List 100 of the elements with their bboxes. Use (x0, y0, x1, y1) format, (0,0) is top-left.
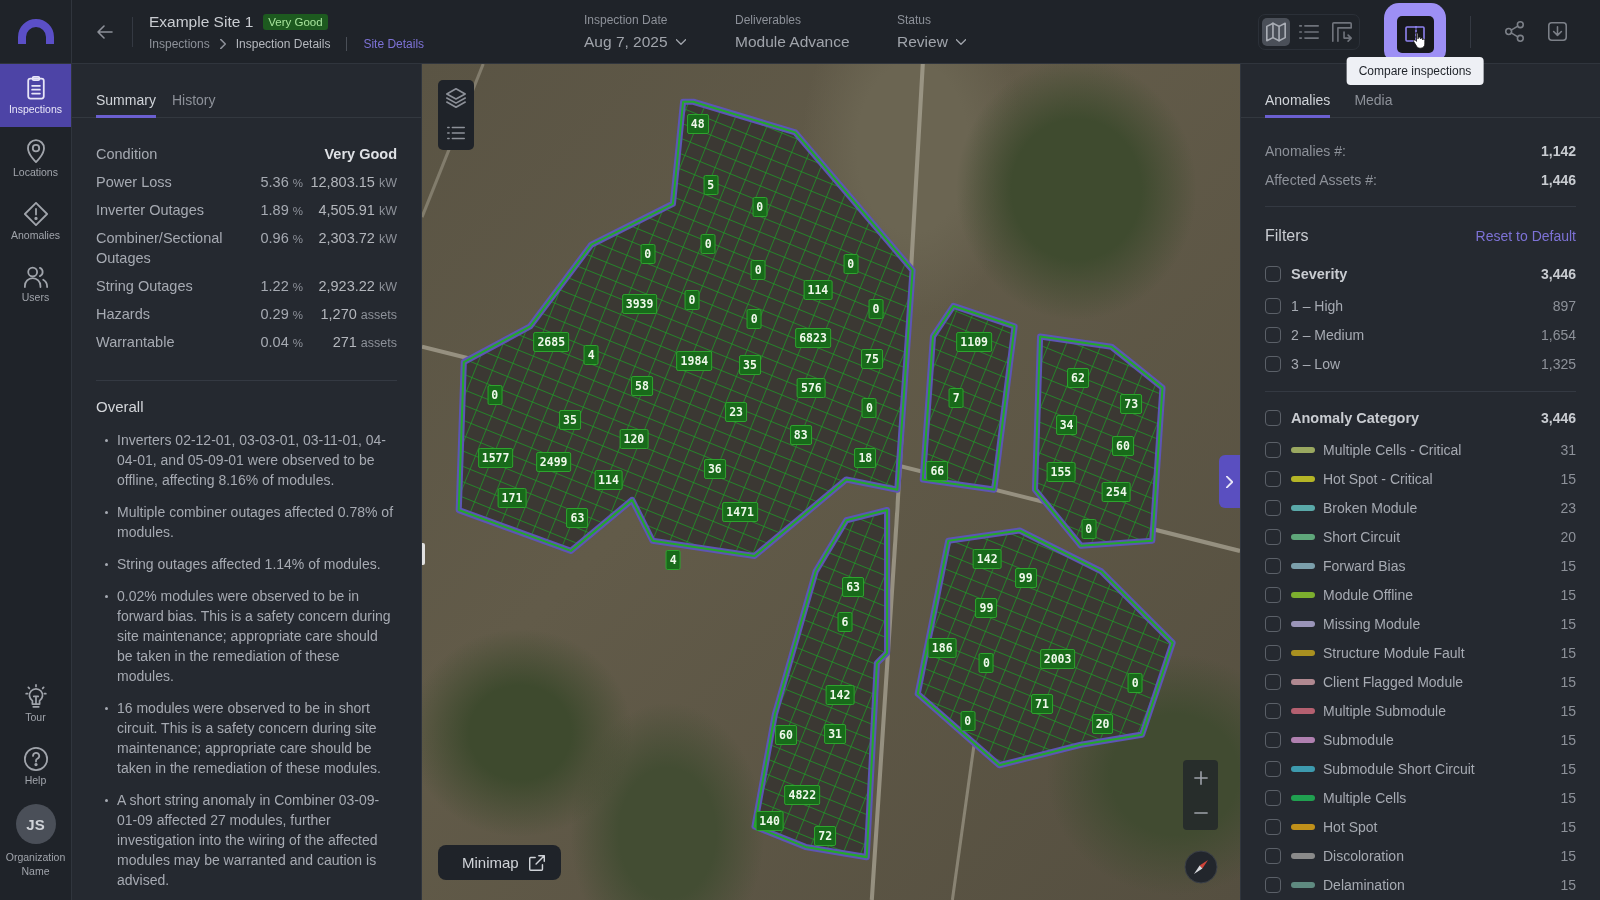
nav-item[interactable]: Locations (0, 127, 71, 190)
checkbox[interactable] (1265, 673, 1281, 690)
anomaly-count-marker[interactable]: 5 (703, 175, 719, 196)
filter-label[interactable]: Hot Spot - Critical (1323, 470, 1561, 487)
checkbox[interactable] (1265, 876, 1281, 893)
value-dropdown[interactable]: Review (897, 32, 966, 51)
anomaly-count-marker[interactable]: 73 (1120, 394, 1143, 415)
anomaly-count-marker[interactable]: 155 (1046, 461, 1076, 482)
anomaly-count-marker[interactable]: 60 (1112, 436, 1134, 457)
anomaly-count-marker[interactable]: 48 (686, 114, 709, 135)
anomaly-count-marker[interactable]: 1471 (722, 502, 759, 523)
user-avatar[interactable]: JS (15, 804, 56, 844)
anomaly-count-marker[interactable]: 35 (739, 354, 761, 375)
checkbox[interactable] (1265, 702, 1281, 719)
anomaly-count-marker[interactable]: 63 (842, 576, 864, 597)
tab[interactable]: Anomalies (1265, 92, 1331, 118)
filter-label[interactable]: Multiple Submodule (1323, 702, 1561, 719)
nav-item[interactable]: Anomalies (0, 190, 71, 253)
nav-item[interactable]: Inspections (0, 64, 71, 127)
anomaly-count-marker[interactable]: 0 (487, 385, 503, 406)
filter-label[interactable]: Multiple Cells - Critical (1323, 441, 1561, 458)
filter-label[interactable]: Broken Module (1323, 499, 1561, 516)
anomaly-count-marker[interactable]: 23 (725, 401, 748, 422)
anomaly-count-marker[interactable]: 35 (559, 410, 581, 431)
filter-group-label[interactable]: Severity (1291, 265, 1541, 282)
anomaly-count-marker[interactable]: 2685 (533, 331, 570, 352)
anomaly-count-marker[interactable]: 63 (566, 507, 589, 528)
checkbox[interactable] (1265, 847, 1281, 864)
anomaly-count-marker[interactable]: 142 (825, 685, 855, 706)
site-details-link[interactable]: Site Details (363, 36, 425, 51)
anomaly-count-marker[interactable]: 0 (960, 711, 976, 732)
anomaly-count-marker[interactable]: 62 (1067, 368, 1089, 389)
checkbox[interactable] (1265, 760, 1281, 777)
filter-label[interactable]: 2 – Medium (1291, 326, 1541, 343)
anomaly-count-marker[interactable]: 576 (796, 377, 826, 398)
anomaly-count-marker[interactable]: 4 (665, 549, 681, 570)
checkbox[interactable] (1265, 644, 1281, 661)
view-mode-button[interactable] (1262, 17, 1290, 46)
anomaly-count-marker[interactable]: 58 (631, 375, 653, 396)
checkbox[interactable] (1265, 528, 1281, 545)
anomaly-count-marker[interactable]: 2003 (1039, 649, 1076, 670)
anomaly-count-marker[interactable]: 140 (755, 810, 785, 831)
anomaly-count-marker[interactable]: 254 (1102, 482, 1131, 503)
anomaly-count-marker[interactable]: 6823 (795, 328, 831, 349)
anomaly-count-marker[interactable]: 75 (860, 349, 883, 370)
filter-label[interactable]: Multiple Cells (1323, 789, 1561, 806)
filter-label[interactable]: Discoloration (1323, 847, 1561, 864)
minimap-button[interactable]: Minimap (438, 845, 561, 880)
expand-panel-button[interactable] (1219, 455, 1240, 508)
checkbox[interactable] (1265, 731, 1281, 748)
anomaly-count-marker[interactable]: 1109 (956, 332, 992, 353)
checkbox[interactable] (1265, 441, 1281, 458)
anomaly-count-marker[interactable]: 1984 (676, 350, 713, 371)
checkbox[interactable] (1265, 355, 1281, 372)
anomaly-count-marker[interactable]: 114 (594, 470, 623, 491)
anomaly-count-marker[interactable]: 0 (750, 260, 766, 281)
checkbox[interactable] (1265, 586, 1281, 603)
anomaly-count-marker[interactable]: 83 (789, 425, 812, 446)
tab[interactable]: Media (1354, 92, 1393, 118)
filter-label[interactable]: Submodule Short Circuit (1323, 760, 1561, 777)
solar-array-block[interactable] (919, 302, 1018, 493)
breadcrumb-link[interactable]: Inspection Details (235, 36, 331, 51)
anomaly-count-marker[interactable]: 171 (497, 487, 527, 508)
resize-handle[interactable] (422, 543, 425, 565)
anomaly-count-marker[interactable]: 72 (814, 825, 837, 846)
anomaly-count-marker[interactable]: 20 (1091, 714, 1114, 735)
anomaly-count-marker[interactable]: 114 (803, 279, 833, 300)
anomaly-count-marker[interactable]: 6 (837, 612, 853, 633)
filter-label[interactable]: Structure Module Fault (1323, 644, 1561, 661)
filter-label[interactable]: Delamination (1323, 876, 1561, 893)
anomaly-count-marker[interactable]: 142 (972, 548, 1002, 569)
filter-label[interactable]: Client Flagged Module (1323, 673, 1561, 690)
anomaly-count-marker[interactable]: 71 (1031, 694, 1053, 715)
checkbox[interactable] (1265, 789, 1281, 806)
satellite-map[interactable] (422, 64, 1240, 900)
filter-label[interactable]: Module Offline (1323, 586, 1561, 603)
value-dropdown[interactable]: Aug 7, 2025 (584, 32, 686, 51)
checkbox[interactable] (1265, 326, 1281, 343)
filter-label[interactable]: 1 – High (1291, 297, 1553, 314)
filter-label[interactable]: Hot Spot (1323, 818, 1561, 835)
anomaly-count-marker[interactable]: 4822 (784, 784, 821, 805)
tab[interactable]: History (171, 92, 216, 118)
anomaly-count-marker[interactable]: 66 (926, 461, 949, 482)
checkbox[interactable] (1265, 297, 1281, 314)
anomaly-count-marker[interactable]: 99 (1014, 568, 1037, 589)
checkbox[interactable] (1265, 557, 1281, 574)
filter-label[interactable]: 3 – Low (1291, 355, 1541, 372)
filter-label[interactable]: Submodule (1323, 731, 1561, 748)
checkbox[interactable] (1265, 818, 1281, 835)
tab[interactable]: Summary (96, 92, 156, 118)
nav-item[interactable]: Help (0, 735, 71, 798)
nav-item[interactable]: Tour (0, 672, 71, 735)
anomaly-count-marker[interactable]: 186 (927, 637, 957, 658)
filter-label[interactable]: Short Circuit (1323, 528, 1561, 545)
anomaly-count-marker[interactable]: 18 (854, 447, 877, 468)
nav-item[interactable]: Users (0, 253, 71, 316)
checkbox[interactable] (1265, 499, 1281, 516)
anomaly-count-marker[interactable]: 31 (824, 724, 846, 745)
filter-group-label[interactable]: Anomaly Category (1291, 409, 1541, 426)
anomaly-count-marker[interactable]: 60 (775, 725, 797, 746)
